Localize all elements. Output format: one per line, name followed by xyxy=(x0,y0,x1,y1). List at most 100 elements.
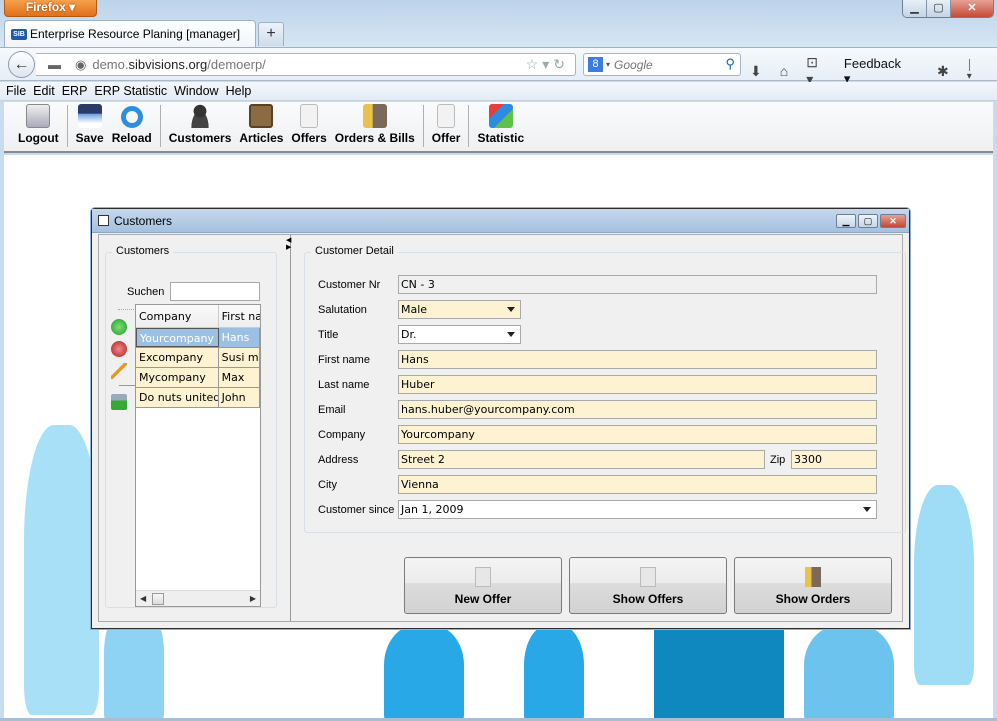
export-icon[interactable] xyxy=(111,394,127,410)
table-row[interactable]: Excompany Susi mo xyxy=(136,348,260,368)
home-icon[interactable]: ⌂ xyxy=(780,63,788,79)
city-label: City xyxy=(318,479,337,491)
orders-bills-button[interactable]: Orders & Bills xyxy=(331,100,419,151)
address-field[interactable]: Street 2 xyxy=(398,450,765,469)
close-icon[interactable]: ✕ xyxy=(951,0,993,17)
search-input[interactable] xyxy=(614,57,715,72)
minimize-icon[interactable]: ▁ xyxy=(836,214,856,228)
scroll-right-icon[interactable]: ▶ xyxy=(250,594,256,603)
last-name-field[interactable]: Huber xyxy=(398,375,877,394)
menu-erp-statistic[interactable]: ERP Statistic xyxy=(94,82,167,100)
table-row[interactable]: Mycompany Max xyxy=(136,368,260,388)
search-label: Suchen xyxy=(127,286,165,298)
column-header-first-name[interactable]: First na xyxy=(219,305,260,327)
salutation-select[interactable]: Male xyxy=(398,300,521,319)
truck-icon xyxy=(362,104,387,128)
chevron-down-icon xyxy=(507,332,515,337)
edit-pencil-icon[interactable] xyxy=(111,363,127,379)
horizontal-scrollbar[interactable]: ◀ ▶ xyxy=(136,590,260,606)
customer-search-input[interactable] xyxy=(170,282,260,301)
zip-label: Zip xyxy=(770,454,786,466)
menu-file[interactable]: File xyxy=(6,82,26,100)
bookmarks-icon[interactable]: ▬ xyxy=(48,57,61,72)
menu-help[interactable]: Help xyxy=(226,82,252,100)
firefox-label: Firefox xyxy=(25,0,66,14)
new-offer-button[interactable]: New Offer xyxy=(404,557,562,614)
url-bar[interactable]: ▬ ◉ demo.sibvisions.org/demoerp/ ☆▾↻ xyxy=(36,53,576,76)
navigation-bar: ← ▬ ◉ demo.sibvisions.org/demoerp/ ☆▾↻ 8… xyxy=(0,47,997,87)
offers-button[interactable]: Offers xyxy=(287,100,330,151)
scroll-left-icon[interactable]: ◀ xyxy=(140,594,146,603)
close-icon[interactable]: ✕ xyxy=(880,214,906,228)
statistic-button[interactable]: Statistic xyxy=(473,100,528,151)
document-icon xyxy=(437,104,456,128)
offer-button[interactable]: Offer xyxy=(428,100,465,151)
star-icon[interactable]: ☆ xyxy=(526,56,543,72)
dropdown-icon[interactable]: ▾ xyxy=(542,56,553,72)
document-icon xyxy=(640,567,656,587)
search-engine-dropdown-icon[interactable]: ▾ xyxy=(606,60,610,69)
first-name-label: First name xyxy=(318,354,370,366)
company-field[interactable]: Yourcompany xyxy=(398,425,877,444)
person-icon xyxy=(188,104,213,128)
delete-icon[interactable] xyxy=(111,341,127,357)
address-label: Address xyxy=(318,454,359,466)
city-field[interactable]: Vienna xyxy=(398,475,877,494)
window-controls: ▁ ▢ ✕ xyxy=(902,0,994,18)
browser-tab[interactable]: SIB Enterprise Resource Planing [manager… xyxy=(4,20,256,47)
show-offers-button[interactable]: Show Offers xyxy=(569,557,727,614)
boxes-icon xyxy=(249,104,274,128)
show-orders-button[interactable]: Show Orders xyxy=(734,557,892,614)
back-arrow-icon: ← xyxy=(13,56,30,73)
search-box[interactable]: 8 ▾ ⚲ xyxy=(583,53,741,76)
articles-button[interactable]: Articles xyxy=(235,100,287,151)
customers-internal-window: Customers ▁ ▢ ✕ Customers Suchen Company… xyxy=(91,208,910,629)
menu-erp[interactable]: ERP xyxy=(62,82,88,100)
reload-button[interactable]: Reload xyxy=(108,100,156,151)
logout-button[interactable]: Logout xyxy=(14,100,63,151)
maximize-icon[interactable]: ▢ xyxy=(927,0,951,17)
customers-button[interactable]: Customers xyxy=(165,100,236,151)
email-field[interactable]: hans.huber@yourcompany.com xyxy=(398,400,877,419)
minimize-icon[interactable]: ▁ xyxy=(903,0,927,17)
salutation-label: Salutation xyxy=(318,304,367,316)
app-menubar: File Edit ERP ERP Statistic Window Help xyxy=(0,82,997,101)
email-label: Email xyxy=(318,404,346,416)
back-button[interactable]: ← xyxy=(8,51,35,78)
menu-dropdown-icon[interactable]: │ ▾ xyxy=(967,60,979,82)
table-row[interactable]: Do nuts united John xyxy=(136,388,260,408)
zip-field[interactable]: 3300 xyxy=(791,450,877,469)
internal-window-titlebar[interactable]: Customers ▁ ▢ ✕ xyxy=(92,209,909,233)
search-icon[interactable]: ⚲ xyxy=(725,56,735,72)
window-icon xyxy=(98,215,109,226)
split-pane-toggle-icon[interactable]: ◀ ▶ xyxy=(286,237,291,251)
customer-detail-title: Customer Detail xyxy=(311,245,398,257)
customer-since-label: Customer since xyxy=(318,504,395,516)
customers-group-title: Customers xyxy=(112,245,174,257)
document-icon xyxy=(300,104,319,128)
save-button[interactable]: Save xyxy=(72,100,108,151)
lock-icon xyxy=(26,104,51,128)
firefox-menu-button[interactable]: Firefox ▾ xyxy=(4,0,97,17)
chevron-down-icon xyxy=(863,507,871,512)
menu-edit[interactable]: Edit xyxy=(33,82,55,100)
company-label: Company xyxy=(318,429,366,441)
tab-title: Enterprise Resource Planing [manager] xyxy=(30,27,241,41)
refresh-icon[interactable]: ↻ xyxy=(553,56,569,72)
bug-icon[interactable]: ✱ xyxy=(937,63,949,80)
table-row[interactable]: Yourcompany Hans xyxy=(136,328,260,348)
google-icon[interactable]: 8 xyxy=(588,57,603,72)
customer-since-datepicker[interactable]: Jan 1, 2009 xyxy=(398,500,877,519)
download-icon[interactable]: ⬇ xyxy=(750,63,762,80)
column-header-company[interactable]: Company xyxy=(136,305,219,327)
add-icon[interactable] xyxy=(111,319,127,335)
menu-window[interactable]: Window xyxy=(174,82,218,100)
title-select[interactable]: Dr. xyxy=(398,325,521,344)
customers-table: Company First na Yourcompany Hans Excomp… xyxy=(135,304,261,607)
first-name-field[interactable]: Hans xyxy=(398,350,877,369)
scroll-thumb[interactable] xyxy=(152,593,164,605)
maximize-icon[interactable]: ▢ xyxy=(858,214,878,228)
floppy-icon xyxy=(77,104,102,128)
new-tab-button[interactable]: + xyxy=(258,22,284,46)
title-label: Title xyxy=(318,329,339,341)
